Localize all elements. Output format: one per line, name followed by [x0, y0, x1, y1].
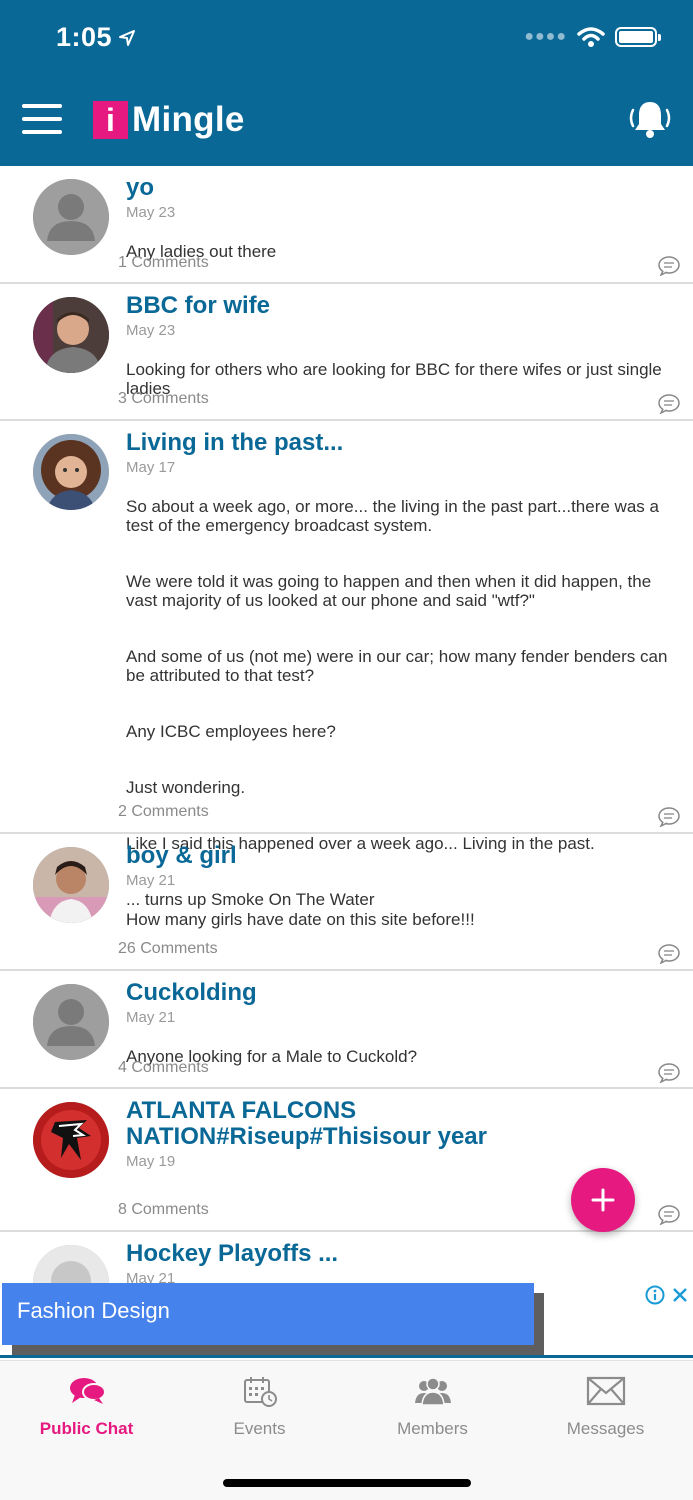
ad-content[interactable]: Fashion Design	[2, 1283, 534, 1345]
ad-divider	[0, 1355, 693, 1358]
tab-label: Public Chat	[39, 1419, 134, 1438]
app-logo: i Mingle	[93, 100, 245, 140]
user-photo	[33, 434, 109, 510]
status-time-text: 1:05	[56, 22, 113, 52]
post-paragraph: Any ICBC employees here?	[126, 722, 336, 741]
new-post-button[interactable]	[571, 1168, 635, 1232]
status-indicators: ●●●●	[524, 26, 661, 48]
post-date: May 23	[126, 322, 176, 339]
post-date: May 17	[126, 459, 176, 476]
comments-count[interactable]: 8 Comments	[118, 1201, 209, 1218]
post-paragraph: So about a week ago, or more... the livi…	[126, 497, 659, 535]
comments-count[interactable]: 3 Comments	[118, 390, 209, 407]
comments-count[interactable]: 26 Comments	[118, 940, 218, 957]
tab-public-chat[interactable]: Public Chat	[0, 1375, 173, 1439]
post-title[interactable]: boy & girl	[126, 843, 673, 869]
comment-icon[interactable]	[658, 1063, 680, 1083]
post-card[interactable]: Living in the past... May 17 So about a …	[0, 421, 693, 909]
post-title[interactable]: BBC for wife	[126, 293, 673, 319]
default-avatar-icon	[33, 179, 109, 255]
comment-icon[interactable]	[658, 1205, 680, 1225]
chat-bubbles-icon	[69, 1378, 106, 1404]
envelope-icon	[586, 1376, 625, 1406]
post-title[interactable]: Hockey Playoffs ...	[126, 1241, 673, 1267]
tab-members[interactable]: Members	[346, 1375, 519, 1439]
calendar-icon	[243, 1377, 277, 1407]
post-date: May 21	[126, 872, 176, 889]
cellular-signal-icon: ●●●●	[524, 28, 567, 45]
user-photo	[33, 297, 109, 373]
falcons-logo-icon	[33, 1102, 109, 1178]
tab-events[interactable]: Events	[173, 1375, 346, 1439]
post-date: May 21	[126, 1009, 176, 1026]
default-avatar-icon	[33, 984, 109, 1060]
post-title[interactable]: yo	[126, 175, 673, 201]
avatar[interactable]	[33, 984, 109, 1060]
post-card[interactable]: boy & girl May 21 How many girls have da…	[0, 834, 693, 971]
user-photo	[33, 847, 109, 923]
plus-icon	[591, 1188, 615, 1212]
comments-count[interactable]: 2 Comments	[118, 803, 209, 820]
post-card[interactable]: yo May 23 Any ladies out there 1 Comment…	[0, 166, 693, 284]
post-title[interactable]: Living in the past...	[126, 430, 673, 456]
ad-close-icon[interactable]	[670, 1285, 690, 1305]
menu-button[interactable]	[22, 104, 62, 134]
ad-info-icon[interactable]	[645, 1285, 665, 1305]
ad-banner[interactable]: Fashion Design	[0, 1283, 693, 1358]
status-time: 1:05	[56, 22, 136, 53]
location-arrow-icon	[119, 29, 136, 46]
tab-label: Members	[397, 1419, 468, 1438]
wifi-icon	[577, 27, 605, 47]
comments-count[interactable]: 4 Comments	[118, 1059, 209, 1076]
avatar[interactable]	[33, 179, 109, 255]
app-header: 1:05 ●●●● i Mingle	[0, 0, 693, 166]
post-title[interactable]: Cuckolding	[126, 980, 673, 1006]
post-paragraph: We were told it was going to happen and …	[126, 572, 652, 610]
battery-icon	[615, 27, 661, 47]
post-paragraph: And some of us (not me) were in our car;…	[126, 647, 668, 685]
notification-bell-icon[interactable]	[627, 98, 673, 142]
post-card[interactable]: Cuckolding May 21 Anyone looking for a M…	[0, 971, 693, 1089]
comment-icon[interactable]	[658, 944, 680, 964]
comments-count[interactable]: 1 Comments	[118, 254, 209, 272]
tab-label: Messages	[566, 1419, 645, 1438]
post-paragraph: How many girls have date on this site be…	[126, 910, 475, 929]
avatar[interactable]	[33, 1102, 109, 1178]
post-paragraph: Just wondering.	[126, 778, 246, 797]
tab-messages[interactable]: Messages	[519, 1375, 692, 1439]
comment-icon[interactable]	[658, 394, 680, 414]
logo-mark: i	[93, 101, 128, 139]
ad-text[interactable]: Fashion Design	[17, 1298, 170, 1323]
home-indicator	[223, 1479, 471, 1487]
avatar[interactable]	[33, 434, 109, 510]
tab-label: Events	[233, 1419, 286, 1438]
app-name: Mingle	[132, 100, 245, 139]
post-title[interactable]: ATLANTA FALCONS NATION#Riseup#Thisisour …	[126, 1098, 516, 1150]
post-card[interactable]: BBC for wife May 23 Looking for others w…	[0, 284, 693, 421]
comment-icon[interactable]	[658, 256, 680, 276]
avatar[interactable]	[33, 847, 109, 923]
avatar[interactable]	[33, 297, 109, 373]
people-icon	[414, 1377, 451, 1406]
comment-icon[interactable]	[658, 807, 680, 827]
post-date: May 23	[126, 204, 176, 221]
